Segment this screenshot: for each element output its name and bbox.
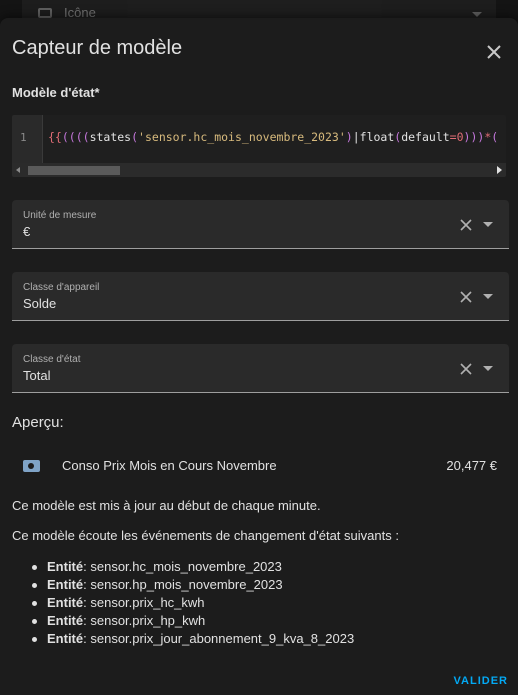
entity-state: 20,477 € xyxy=(446,458,497,473)
listener-entity-id: sensor.hp_mois_novembre_2023 xyxy=(90,577,283,592)
listener-item: Entité: sensor.prix_jour_abonnement_9_kv… xyxy=(32,630,354,648)
listener-prefix: Entité xyxy=(47,559,84,574)
clear-icon[interactable] xyxy=(459,362,473,376)
code-token: = xyxy=(449,130,457,144)
scroll-left-icon[interactable] xyxy=(16,167,20,173)
cash-icon xyxy=(23,460,40,472)
line-number: 1 xyxy=(20,131,27,144)
scroll-thumb[interactable] xyxy=(28,166,120,175)
listener-prefix: Entité xyxy=(47,613,84,628)
listener-item: Entité: sensor.hp_mois_novembre_2023 xyxy=(32,576,354,594)
listen-info: Ce modèle écoute les événements de chang… xyxy=(12,528,399,543)
chevron-down-icon[interactable] xyxy=(483,366,493,371)
field-value[interactable]: € xyxy=(23,224,30,239)
clear-icon[interactable] xyxy=(459,290,473,304)
listener-entity-id: sensor.prix_jour_abonnement_9_kva_8_2023 xyxy=(90,631,355,646)
scroll-right-icon[interactable] xyxy=(497,166,502,174)
template-label: Modèle d'état* xyxy=(12,85,100,100)
field-label: Unité de mesure xyxy=(23,210,97,221)
chevron-down-icon xyxy=(472,12,482,17)
listener-prefix: Entité xyxy=(47,577,84,592)
listener-item: Entité: sensor.prix_hc_kwh xyxy=(32,594,354,612)
line-gutter: 1 xyxy=(12,115,43,163)
field-label: Classe d'appareil xyxy=(23,282,100,293)
code-token: ))) xyxy=(463,130,485,144)
submit-button[interactable]: VALIDER xyxy=(454,675,508,687)
code-token: (((( xyxy=(61,130,90,144)
code-token: ) xyxy=(345,130,353,144)
template-sensor-dialog: Capteur de modèle Modèle d'état* 1 {{(((… xyxy=(0,18,518,695)
update-info: Ce modèle est mis à jour au début de cha… xyxy=(12,498,321,513)
code-token: ( xyxy=(491,130,499,144)
code-token: 0 xyxy=(456,130,464,144)
code-token: ( xyxy=(131,130,139,144)
dialog-title: Capteur de modèle xyxy=(12,37,183,59)
code-line[interactable]: {{((((states('sensor.hc_mois_novembre_20… xyxy=(48,130,498,144)
field-label: Classe d'état xyxy=(23,354,81,365)
close-button[interactable] xyxy=(482,40,506,64)
listener-prefix: Entité xyxy=(47,595,84,610)
background-row-icon xyxy=(38,8,52,18)
listener-item: Entité: sensor.hc_mois_novembre_2023 xyxy=(32,558,354,576)
code-token: | xyxy=(352,130,360,144)
listener-entity-id: sensor.prix_hc_kwh xyxy=(90,595,205,610)
template-code-editor[interactable]: 1 {{((((states('sensor.hc_mois_novembre_… xyxy=(12,115,506,177)
listener-item: Entité: sensor.prix_hp_kwh xyxy=(32,612,354,630)
listener-prefix: Entité xyxy=(47,631,84,646)
field-value[interactable]: Total xyxy=(23,368,50,383)
unit-of-measurement-field[interactable]: Unité de mesure € xyxy=(12,200,509,249)
listener-entity-id: sensor.hc_mois_novembre_2023 xyxy=(90,559,282,574)
close-icon xyxy=(487,45,501,59)
preview-title: Aperçu: xyxy=(12,414,64,431)
code-token: default xyxy=(401,130,450,144)
horizontal-scrollbar[interactable] xyxy=(12,163,506,177)
code-token: float xyxy=(359,130,395,144)
state-class-field[interactable]: Classe d'état Total xyxy=(12,344,509,393)
device-class-field[interactable]: Classe d'appareil Solde xyxy=(12,272,509,321)
clear-icon[interactable] xyxy=(459,218,473,232)
code-token: states xyxy=(89,130,132,144)
chevron-down-icon[interactable] xyxy=(483,222,493,227)
preview-entity-row[interactable]: Conso Prix Mois en Cours Novembre 20,477… xyxy=(12,448,509,484)
chevron-down-icon[interactable] xyxy=(483,294,493,299)
field-value[interactable]: Solde xyxy=(23,296,56,311)
code-token: 'sensor.hc_mois_novembre_2023' xyxy=(138,130,346,144)
listener-list: Entité: sensor.hc_mois_novembre_2023 Enti… xyxy=(32,558,354,648)
listener-entity-id: sensor.prix_hp_kwh xyxy=(90,613,206,628)
entity-name: Conso Prix Mois en Cours Novembre xyxy=(62,458,277,473)
code-token: {{ xyxy=(48,130,62,144)
